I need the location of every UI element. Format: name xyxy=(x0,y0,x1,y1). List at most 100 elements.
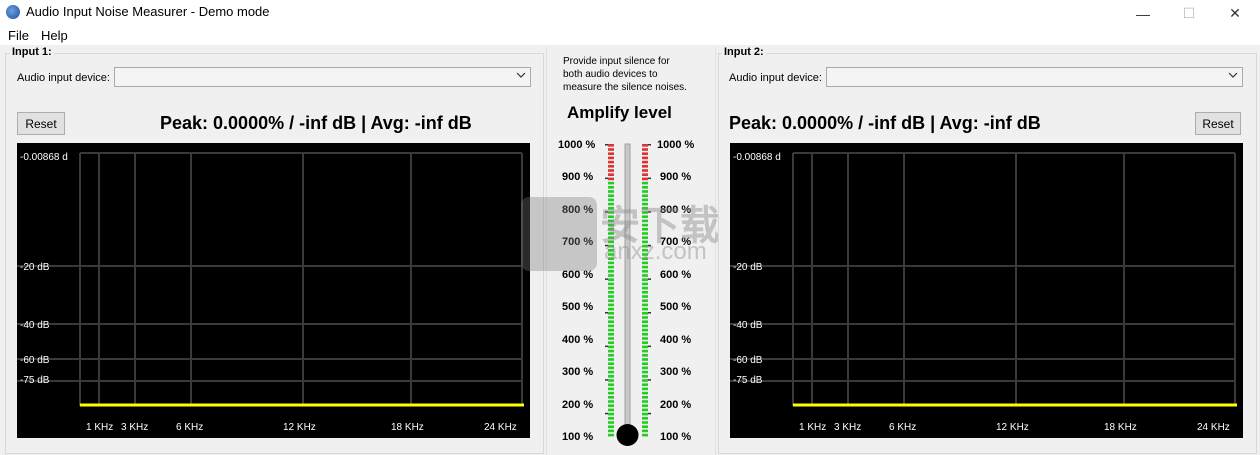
meter-segment xyxy=(642,160,648,164)
meter-segment xyxy=(608,181,614,185)
meter-tick xyxy=(648,345,651,348)
meter-tick xyxy=(605,278,608,280)
meter-segment xyxy=(642,278,648,281)
meter-segment xyxy=(608,408,614,412)
meter-segment xyxy=(642,349,648,353)
meter-segment xyxy=(642,387,648,391)
meter-segment xyxy=(608,186,614,189)
input2-grid xyxy=(730,152,1237,407)
meter-segment xyxy=(608,307,614,311)
meter-segment xyxy=(642,341,648,344)
x-label: 1 KHz xyxy=(86,422,114,433)
x-label: 1 KHz xyxy=(799,422,827,433)
meter-segment xyxy=(608,291,614,294)
meter-tick xyxy=(605,177,608,180)
meter-segment xyxy=(608,299,614,302)
meter-segment xyxy=(608,417,614,420)
scale-label: 400 % xyxy=(562,334,594,346)
left-level-meter xyxy=(605,144,614,437)
maximize-button[interactable]: ☐ xyxy=(1166,0,1212,27)
y-label: -0.00868 d xyxy=(20,152,68,163)
meter-segment xyxy=(642,324,648,328)
meter-segment xyxy=(642,303,648,307)
x-label: 6 KHz xyxy=(889,422,917,433)
scale-label: 900 % xyxy=(562,171,594,183)
close-button[interactable]: ✕ xyxy=(1212,0,1258,27)
meter-segment xyxy=(608,274,614,277)
meter-segment xyxy=(608,333,614,336)
chevron-down-icon xyxy=(516,72,526,78)
meter-segment xyxy=(642,421,648,424)
meter-segment xyxy=(642,177,648,181)
meter-segment xyxy=(642,379,648,382)
meter-segment xyxy=(608,358,614,361)
meter-segment xyxy=(642,412,648,416)
meter-segment xyxy=(608,354,614,357)
y-label: -20 dB xyxy=(733,262,763,273)
x-label: 12 KHz xyxy=(996,422,1029,433)
meter-segment xyxy=(642,274,648,277)
x-label: 24 KHz xyxy=(1197,422,1230,433)
input2-device-select[interactable] xyxy=(826,67,1243,87)
menu-help[interactable]: Help xyxy=(41,28,68,43)
y-label: -20 dB xyxy=(20,262,50,273)
meter-tick xyxy=(648,144,651,146)
scale-label: 400 % xyxy=(660,334,692,346)
meter-tick xyxy=(605,412,608,415)
input1-peak-readout: Peak: 0.0000% / -inf dB | Avg: -inf dB xyxy=(160,113,472,133)
scale-label: 100 % xyxy=(562,431,594,443)
scale-label: 1000 % xyxy=(657,139,695,151)
meter-segment xyxy=(642,295,648,298)
menu-bar xyxy=(0,27,1260,45)
meter-segment xyxy=(642,358,648,361)
meter-segment xyxy=(642,291,648,294)
meter-segment xyxy=(642,408,648,412)
meter-segment xyxy=(642,299,648,302)
input1-device-label: Audio input device: xyxy=(17,72,110,84)
amplify-slider[interactable] xyxy=(600,140,656,450)
meter-segment xyxy=(642,345,648,349)
meter-segment xyxy=(608,383,614,386)
meter-segment xyxy=(608,375,614,378)
input2-reset-button[interactable]: Reset xyxy=(1195,112,1241,135)
meter-segment xyxy=(642,362,648,365)
meter-segment xyxy=(642,169,648,172)
minimize-button[interactable]: — xyxy=(1120,0,1166,27)
meter-segment xyxy=(642,320,648,323)
meter-segment xyxy=(642,186,648,189)
meter-segment xyxy=(608,295,614,298)
x-label: 12 KHz xyxy=(283,422,316,433)
meter-segment xyxy=(642,282,648,286)
y-label: -75 dB xyxy=(20,375,50,386)
x-label: 18 KHz xyxy=(391,422,424,433)
y-label: -40 dB xyxy=(733,320,763,331)
input1-spectrum-plot: -0.00868 d -20 dB -40 dB -60 dB -75 dB 1… xyxy=(17,143,530,438)
meter-segment xyxy=(608,391,614,395)
meter-segment xyxy=(608,429,614,433)
app-icon xyxy=(6,5,20,19)
meter-segment xyxy=(608,433,614,437)
meter-segment xyxy=(608,387,614,391)
scale-label: 1000 % xyxy=(558,139,596,151)
meter-segment xyxy=(608,282,614,286)
meter-segment xyxy=(608,169,614,172)
meter-segment xyxy=(642,396,648,399)
meter-segment xyxy=(642,312,648,315)
meter-segment xyxy=(642,370,648,374)
meter-segment xyxy=(608,177,614,181)
meter-segment xyxy=(608,337,614,340)
x-label: 24 KHz xyxy=(484,422,517,433)
meter-tick xyxy=(648,379,651,381)
input2-peak-readout: Peak: 0.0000% / -inf dB | Avg: -inf dB xyxy=(729,113,1041,133)
input1-reset-button[interactable]: Reset xyxy=(17,112,65,135)
y-label: -75 dB xyxy=(733,375,763,386)
scale-label: 300 % xyxy=(562,366,594,378)
meter-segment xyxy=(642,286,648,290)
meter-segment xyxy=(642,181,648,185)
scale-label: 900 % xyxy=(660,171,692,183)
input1-device-select[interactable] xyxy=(114,67,531,87)
menu-file[interactable]: File xyxy=(8,28,29,43)
meter-segment xyxy=(608,370,614,374)
scale-label: 600 % xyxy=(660,269,692,281)
meter-segment xyxy=(608,345,614,349)
